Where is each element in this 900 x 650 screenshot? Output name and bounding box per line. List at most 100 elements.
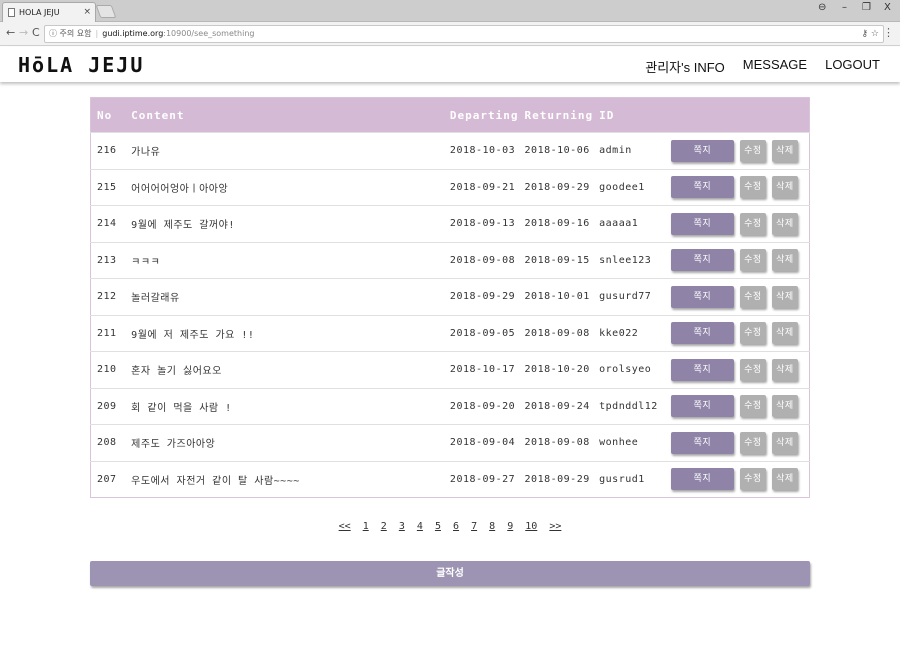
tab-close-icon[interactable]: × — [83, 3, 91, 22]
message-button[interactable]: 쪽지 — [670, 322, 734, 345]
url-input[interactable]: ⓘ 주의 요함 | gudi.iptime.org:10900/see_someth… — [44, 25, 884, 43]
edit-button[interactable]: 수정 — [739, 395, 766, 418]
page-link[interactable]: 6 — [453, 521, 459, 532]
table-row: 212 놀러갈래유 2018-09-29 2018-10-01 gusurd77… — [90, 278, 810, 315]
page-link[interactable]: 7 — [471, 521, 477, 532]
row-actions: 쪽지 수정 삭제 — [664, 460, 810, 498]
edit-button[interactable]: 수정 — [739, 139, 766, 162]
delete-button[interactable]: 삭제 — [771, 322, 798, 345]
page-prev[interactable]: << — [339, 521, 351, 532]
page-link[interactable]: 5 — [435, 521, 441, 532]
row-no: 208 — [90, 424, 126, 461]
edit-button[interactable]: 수정 — [739, 285, 766, 308]
edit-button[interactable]: 수정 — [739, 212, 766, 235]
write-post-button[interactable]: 글작성 — [90, 561, 810, 586]
row-no: 210 — [90, 351, 126, 388]
row-content[interactable]: 혼자 놀기 싫어요오 — [125, 351, 444, 388]
message-button[interactable]: 쪽지 — [670, 176, 734, 199]
edit-button[interactable]: 수정 — [739, 249, 766, 272]
table-row: 216 가나유 2018-10-03 2018-10-06 admin 쪽지 수정… — [90, 132, 810, 169]
row-content[interactable]: 9월에 저 제주도 가요 !! — [125, 314, 444, 352]
row-returning: 2018-09-08 — [518, 424, 594, 461]
delete-button[interactable]: 삭제 — [771, 176, 798, 199]
row-departing: 2018-10-17 — [443, 351, 519, 388]
table-row: 213 ㅋㅋㅋ 2018-09-08 2018-09-15 snlee123 쪽… — [90, 241, 810, 279]
row-actions: 쪽지 수정 삭제 — [664, 132, 810, 169]
row-departing: 2018-09-27 — [443, 460, 519, 498]
close-window-button[interactable]: X — [884, 2, 891, 13]
delete-button[interactable]: 삭제 — [771, 212, 798, 235]
message-button[interactable]: 쪽지 — [670, 285, 734, 308]
back-icon[interactable]: ← — [6, 26, 15, 39]
row-id: gusurd77 — [593, 278, 665, 315]
row-content[interactable]: 제주도 가즈아아앙 — [125, 424, 444, 461]
row-no: 214 — [90, 205, 126, 242]
row-returning: 2018-10-01 — [518, 278, 594, 315]
delete-button[interactable]: 삭제 — [771, 358, 798, 381]
pagination: << 1 2 3 4 5 6 7 8 9 10 >> — [0, 521, 900, 532]
message-button[interactable]: 쪽지 — [670, 212, 734, 235]
edit-button[interactable]: 수정 — [739, 431, 766, 454]
row-returning: 2018-09-29 — [518, 168, 594, 206]
minimize-button[interactable]: – — [842, 2, 847, 13]
edit-button[interactable]: 수정 — [739, 358, 766, 381]
table-header-row: No Content Departing Returning ID — [90, 97, 810, 133]
message-button[interactable]: 쪽지 — [670, 139, 734, 162]
col-no: No — [90, 97, 126, 133]
star-icon[interactable]: ☆ — [871, 29, 879, 39]
page-link[interactable]: 2 — [381, 521, 387, 532]
row-no: 212 — [90, 278, 126, 315]
reload-icon[interactable]: C — [32, 26, 40, 39]
row-content[interactable]: 회 같이 먹을 사람 ! — [125, 387, 444, 425]
new-tab-button[interactable] — [95, 5, 117, 18]
row-returning: 2018-09-08 — [518, 314, 594, 352]
maximize-button[interactable]: ❐ — [862, 2, 871, 13]
delete-button[interactable]: 삭제 — [771, 249, 798, 272]
row-content[interactable]: ㅋㅋㅋ — [125, 241, 444, 279]
security-warning[interactable]: ⓘ 주의 요함 — [49, 29, 92, 38]
row-departing: 2018-10-03 — [443, 132, 519, 169]
page-link[interactable]: 3 — [399, 521, 405, 532]
row-actions: 쪽지 수정 삭제 — [664, 168, 810, 206]
profile-icon[interactable]: ⊖ — [818, 2, 826, 13]
site-logo[interactable]: HōLA JEJU — [18, 53, 144, 77]
row-departing: 2018-09-20 — [443, 387, 519, 425]
message-button[interactable]: 쪽지 — [670, 431, 734, 454]
row-content[interactable]: 어어어어엉아ㅣ아아앙 — [125, 168, 444, 206]
site-header: HōLA JEJU 관리자's INFO MESSAGE LOGOUT — [0, 47, 900, 82]
delete-button[interactable]: 삭제 — [771, 395, 798, 418]
row-content[interactable]: 가나유 — [125, 132, 444, 169]
message-button[interactable]: 쪽지 — [670, 395, 734, 418]
edit-button[interactable]: 수정 — [739, 176, 766, 199]
delete-button[interactable]: 삭제 — [771, 285, 798, 308]
browser-tab[interactable]: HOLA JEJU × — [2, 2, 96, 22]
nav-message[interactable]: MESSAGE — [743, 57, 807, 76]
col-content: Content — [125, 97, 444, 133]
page-link[interactable]: 9 — [507, 521, 513, 532]
key-icon[interactable]: ⚷ — [861, 29, 868, 39]
page-link[interactable]: 10 — [525, 521, 537, 532]
delete-button[interactable]: 삭제 — [771, 139, 798, 162]
edit-button[interactable]: 수정 — [739, 322, 766, 345]
delete-button[interactable]: 삭제 — [771, 431, 798, 454]
browser-menu-icon[interactable]: ⋮ — [883, 26, 894, 39]
page-link[interactable]: 1 — [363, 521, 369, 532]
nav-logout[interactable]: LOGOUT — [825, 57, 880, 76]
row-content[interactable]: 놀러갈래유 — [125, 278, 444, 315]
page-link[interactable]: 8 — [489, 521, 495, 532]
row-no: 213 — [90, 241, 126, 279]
message-button[interactable]: 쪽지 — [670, 249, 734, 272]
nav-admin-info[interactable]: 관리자's INFO — [645, 57, 725, 76]
delete-button[interactable]: 삭제 — [771, 468, 798, 491]
row-content[interactable]: 우도에서 자전거 같이 탈 사람~~~~ — [125, 460, 444, 498]
message-button[interactable]: 쪽지 — [670, 468, 734, 491]
forward-icon[interactable]: → — [19, 26, 28, 39]
edit-button[interactable]: 수정 — [739, 468, 766, 491]
row-actions: 쪽지 수정 삭제 — [664, 241, 810, 279]
row-content[interactable]: 9월에 제주도 갈꺼야! — [125, 205, 444, 242]
row-departing: 2018-09-21 — [443, 168, 519, 206]
row-no: 209 — [90, 387, 126, 425]
page-link[interactable]: 4 — [417, 521, 423, 532]
page-next[interactable]: >> — [549, 521, 561, 532]
message-button[interactable]: 쪽지 — [670, 358, 734, 381]
